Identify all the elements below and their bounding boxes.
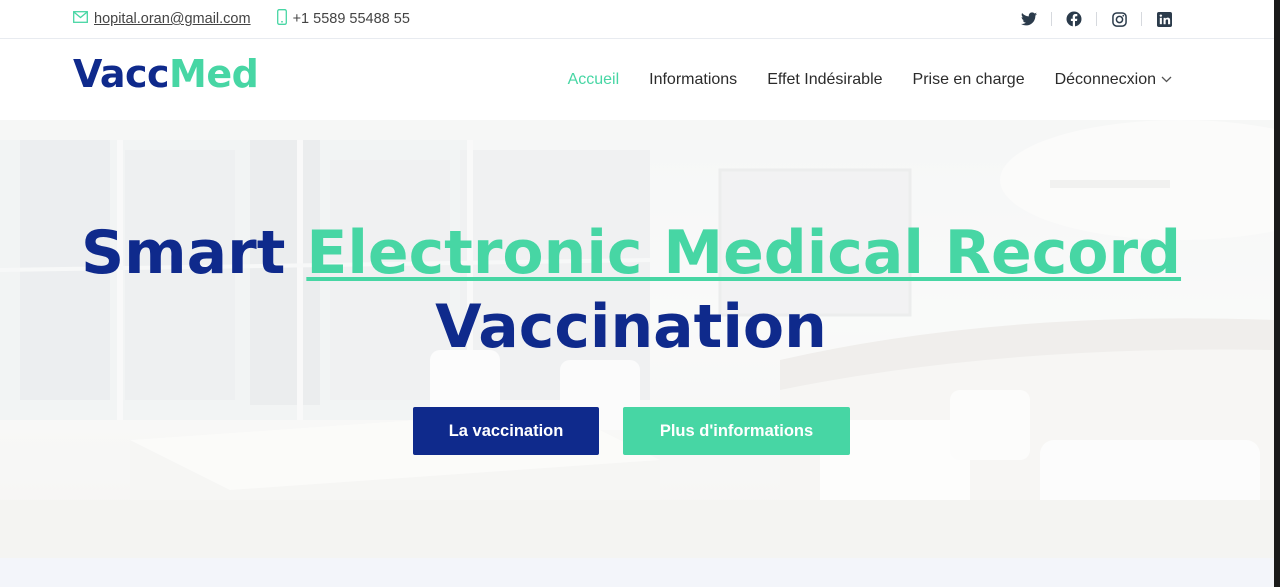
facebook-icon[interactable] — [1064, 9, 1084, 29]
separator — [1051, 12, 1052, 26]
nav-prise-en-charge[interactable]: Prise en charge — [913, 71, 1025, 89]
nav-accueil[interactable]: Accueil — [568, 71, 620, 89]
vaccination-button[interactable]: La vaccination — [413, 407, 599, 455]
twitter-icon[interactable] — [1019, 9, 1039, 29]
hero-title-vaccination: Vaccination — [435, 292, 827, 362]
hero-title: Smart Electronic Medical Record Vaccinat… — [0, 216, 1262, 364]
next-section — [0, 558, 1274, 587]
top-bar: hopital.oran@gmail.com +1 5589 55488 55 — [0, 0, 1274, 39]
hero-buttons: La vaccination Plus d'informations — [413, 407, 850, 455]
separator — [1096, 12, 1097, 26]
nav-deconnexion[interactable]: Déconnecxion — [1055, 71, 1172, 89]
nav-deconnexion-label: Déconnecxion — [1054, 70, 1156, 88]
nav-effet-indesirable[interactable]: Effet Indésirable — [767, 71, 882, 89]
more-info-button[interactable]: Plus d'informations — [623, 407, 850, 455]
phone-contact: +1 5589 55488 55 — [276, 9, 410, 29]
email-contact[interactable]: hopital.oran@gmail.com — [73, 11, 251, 27]
chevron-down-icon — [1161, 76, 1172, 83]
nav-informations[interactable]: Informations — [649, 71, 737, 89]
hero-title-smart: Smart — [80, 218, 286, 288]
logo-part-med: Med — [169, 52, 259, 96]
contact-info: hopital.oran@gmail.com +1 5589 55488 55 — [73, 0, 410, 38]
envelope-icon — [73, 11, 94, 27]
social-links — [1019, 0, 1174, 38]
instagram-icon[interactable] — [1109, 9, 1129, 29]
page: hopital.oran@gmail.com +1 5589 55488 55 — [0, 0, 1274, 587]
logo[interactable]: VaccMed — [73, 52, 259, 96]
main-nav: Accueil Informations Effet Indésirable P… — [538, 39, 1172, 120]
separator — [1141, 12, 1142, 26]
main-header: VaccMed Accueil Informations Effet Indés… — [0, 39, 1274, 120]
phone-number: +1 5589 55488 55 — [292, 11, 410, 27]
logo-part-vacc: Vacc — [73, 52, 170, 96]
linkedin-icon[interactable] — [1154, 9, 1174, 29]
hero-section: Smart Electronic Medical Record Vaccinat… — [0, 120, 1274, 558]
email-link[interactable]: hopital.oran@gmail.com — [94, 11, 251, 27]
hero-title-highlight[interactable]: Electronic Medical Record — [306, 218, 1181, 288]
phone-icon — [276, 9, 293, 29]
window-edge — [1274, 0, 1280, 587]
